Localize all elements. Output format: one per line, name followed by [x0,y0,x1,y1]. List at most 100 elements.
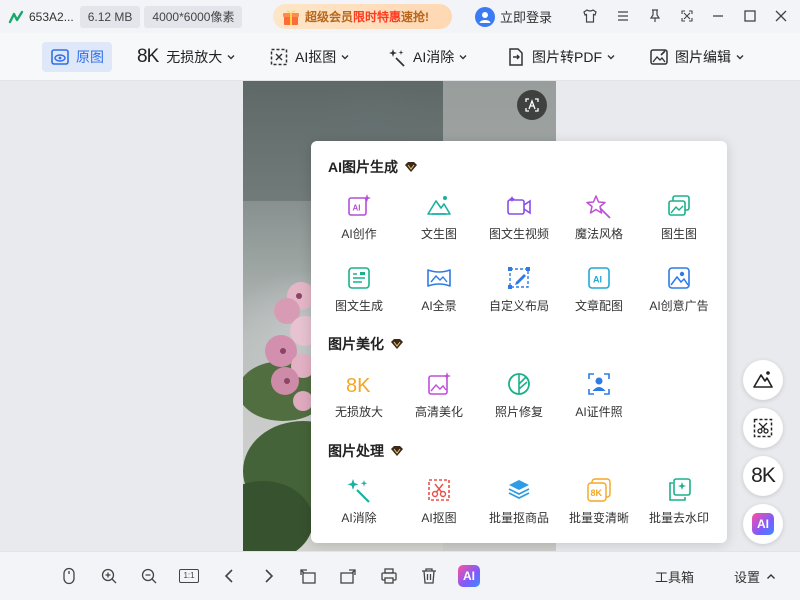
promo-suffix: 速抢! [401,10,430,24]
ai-cutout-dropdown[interactable]: AI抠图 [269,42,350,72]
cutout-icon [270,48,288,66]
id-photo-icon [588,373,610,395]
next-icon[interactable] [259,566,279,586]
settings-label: 设置 [734,570,761,585]
actual-size-button[interactable]: 1:1 [178,566,200,586]
tool-image-to-image[interactable]: 图生图 [639,193,719,242]
svg-text:8K: 8K [591,488,603,498]
main-toolbar: 原图 8K 无损放大 AI抠图 AI消除 图片转PDF 图片编辑 [0,33,800,81]
to-pdf-label: 图片转PDF [532,49,602,65]
image-edit-icon [650,49,668,65]
ai-erase-dropdown[interactable]: AI消除 [387,42,468,72]
zoom-out-icon[interactable] [139,566,159,586]
settings-button[interactable]: 设置 [734,567,777,586]
chevron-down-icon [227,55,235,60]
chevron-down-icon [459,55,467,60]
mouse-icon[interactable] [59,566,79,586]
login-label: 立即登录 [500,10,553,25]
upscale-label: 无损放大 [166,49,223,65]
maximize-icon[interactable] [740,6,760,26]
vip-promo-banner[interactable]: 超级会员 限时特惠 速抢! [273,4,452,29]
original-image-label: 原图 [76,49,104,65]
section-title-beautify: 图片美化 [328,334,404,354]
float-upscale-button[interactable]: 8K [743,456,783,496]
tool-ai-cutout[interactable]: AI抠图 [399,477,479,526]
pdf-convert-icon [509,48,523,66]
tool-ai-ad[interactable]: AI创意广告 [639,265,719,314]
watermark-icon [669,478,691,501]
to-pdf-dropdown[interactable]: 图片转PDF [506,42,616,72]
tool-hd-enhance[interactable]: 高清美化 [399,371,479,420]
close-icon[interactable] [771,6,791,26]
article-image-icon: AI [588,267,610,289]
toolbox-button[interactable]: 工具箱 [655,567,694,586]
mountain-icon [753,371,773,388]
image-edit-dropdown[interactable]: 图片编辑 [649,42,745,72]
float-ai-button[interactable]: AI [743,504,783,544]
skin-shirt-icon[interactable] [580,6,600,26]
tool-doc-generate[interactable]: 图文生成 [319,265,399,314]
print-icon[interactable] [379,566,399,586]
image-eye-icon [51,49,69,65]
tool-photo-repair[interactable]: 照片修复 [479,371,559,420]
repair-icon [508,373,530,395]
magic-wand-icon [389,49,405,67]
tool-batch-remove-watermark[interactable]: 批量去水印 [639,477,719,526]
ad-icon [668,267,690,289]
file-size-badge: 6.12 MB [79,5,141,28]
rotate-right-icon[interactable] [338,566,358,586]
ai-create-icon: AI [348,194,371,216]
gift-icon [283,10,299,25]
bottom-bar: 1:1 AI 工具箱 设置 [0,551,800,600]
toolbox-label: 工具箱 [655,570,695,585]
ai-assistant-button[interactable]: AI [458,565,480,587]
tool-ai-id-photo[interactable]: AI证件照 [559,371,639,420]
batch-cutout-icon [508,480,530,500]
fullscreen-icon[interactable] [677,6,697,26]
vip-diamond-icon [405,162,417,172]
tool-image-to-video[interactable]: 图文生视频 [479,193,559,242]
ai-icon: AI [458,565,480,587]
tool-ai-erase[interactable]: AI消除 [319,477,399,526]
text-scan-icon [525,98,539,112]
tool-custom-layout[interactable]: 自定义布局 [479,265,559,314]
title-bar: 653A2... 6.12 MB 4000*6000像素 超级会员 限时特惠 速… [0,0,800,33]
tool-text-to-image[interactable]: 文生图 [399,193,479,242]
upscale-dropdown[interactable]: 8K 无损放大 [137,42,236,72]
vip-diamond-icon [391,446,403,456]
minimize-icon[interactable] [708,6,728,26]
previous-icon[interactable] [219,566,239,586]
tool-magic-style[interactable]: 魔法风格 [559,193,639,242]
8k-icon: 8K [751,464,776,487]
chevron-up-icon [767,573,776,579]
doc-gen-icon [348,267,370,289]
tool-article-image[interactable]: AI 文章配图 [559,265,639,314]
login-button[interactable]: 立即登录 [475,4,552,29]
rotate-left-icon[interactable] [298,566,318,586]
zoom-in-icon[interactable] [99,566,119,586]
cutout-icon [753,418,773,438]
ai-cutout-label: AI抠图 [295,49,337,65]
tool-batch-cutout-product[interactable]: 批量抠商品 [479,477,559,526]
user-avatar-icon [475,6,495,27]
menu-icon[interactable] [613,6,633,26]
tool-lossless-upscale[interactable]: 8K 无损放大 [319,371,399,420]
text-recognition-button[interactable] [517,90,547,120]
tool-batch-sharpen[interactable]: 8K 批量变清晰 [559,477,639,526]
8k-icon: 8K [346,375,371,397]
text-to-image-icon [427,196,451,215]
vip-diamond-icon [391,339,403,349]
image-to-image-icon [668,195,690,216]
section-title-process: 图片处理 [328,441,404,461]
tool-ai-panorama[interactable]: AI全景 [399,265,479,314]
tool-ai-create[interactable]: AI AI创作 [319,193,399,242]
delete-icon[interactable] [419,566,439,586]
pin-icon[interactable] [645,6,665,26]
svg-text:AI: AI [593,275,602,285]
original-image-button[interactable]: 原图 [42,42,112,72]
float-text-to-image-button[interactable] [743,360,783,400]
erase-icon [347,479,370,503]
chevron-down-icon [607,55,615,60]
svg-text:8K: 8K [346,375,371,397]
float-cutout-button[interactable] [743,408,783,448]
